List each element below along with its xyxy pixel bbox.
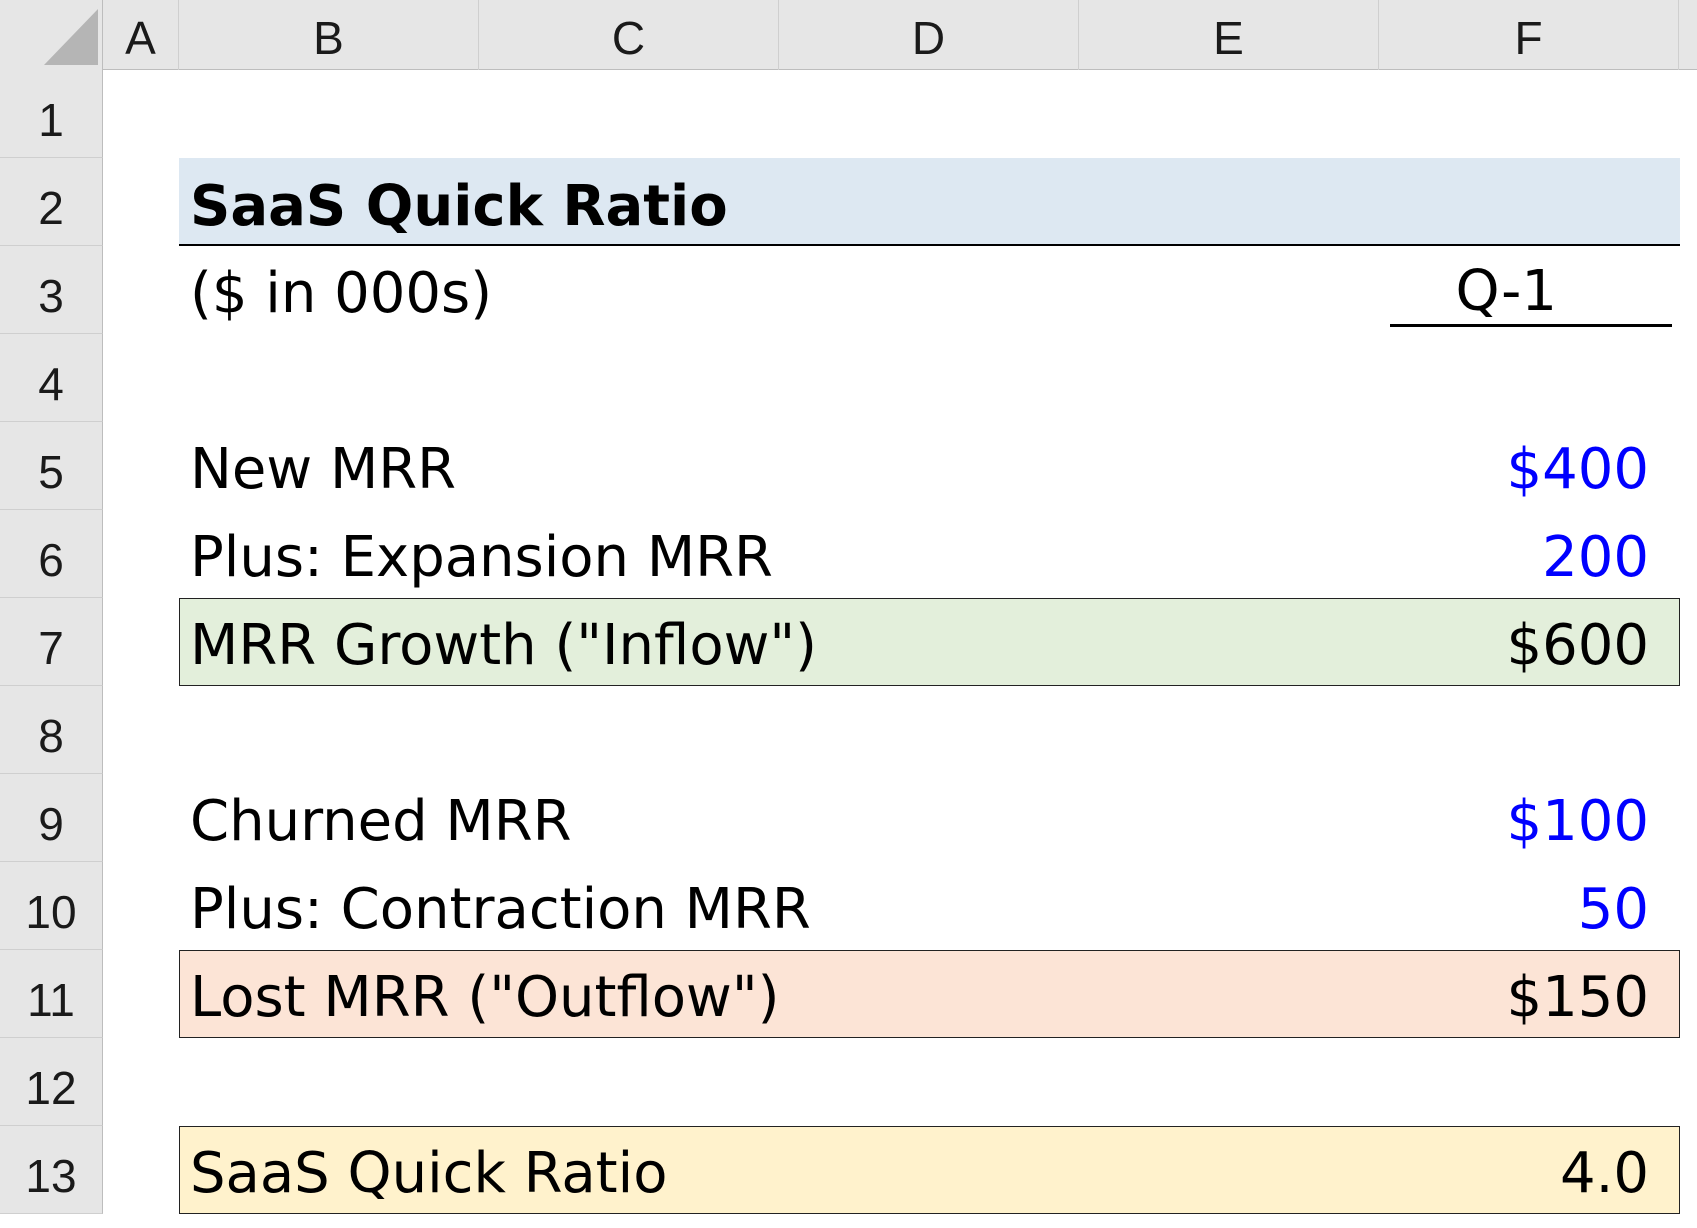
mrr-growth-value[interactable]: $600 [1506,618,1649,674]
row-header-1[interactable]: 1 [0,70,103,158]
row-header-12[interactable]: 12 [0,1038,103,1126]
row-header-13[interactable]: 13 [0,1126,103,1214]
row-header-2[interactable]: 2 [0,158,103,246]
select-all-triangle-icon [44,9,98,65]
column-header-e[interactable]: E [1079,0,1379,70]
column-header-row: A B C D E F [0,0,1697,70]
churned-mrr-value[interactable]: $100 [1506,794,1649,850]
row-header-4[interactable]: 4 [0,334,103,422]
row-header-11[interactable]: 11 [0,950,103,1038]
row-header-10[interactable]: 10 [0,862,103,950]
period-header[interactable]: Q-1 [1456,264,1557,320]
quick-ratio-label[interactable]: SaaS Quick Ratio [190,1146,667,1202]
new-mrr-value[interactable]: $400 [1506,442,1649,498]
row-header-6[interactable]: 6 [0,510,103,598]
row-header-7[interactable]: 7 [0,598,103,686]
expansion-mrr-label[interactable]: Plus: Expansion MRR [190,530,773,586]
select-all-corner[interactable] [0,0,103,70]
row-header-8[interactable]: 8 [0,686,103,774]
column-header-b[interactable]: B [179,0,479,70]
period-underline [1390,324,1672,327]
contraction-mrr-value[interactable]: 50 [1578,882,1649,938]
column-header-c[interactable]: C [479,0,779,70]
column-header-d[interactable]: D [779,0,1079,70]
mrr-growth-label[interactable]: MRR Growth ("Inflow") [190,618,817,674]
row-header-3[interactable]: 3 [0,246,103,334]
expansion-mrr-value[interactable]: 200 [1542,530,1649,586]
column-header-a[interactable]: A [103,0,179,70]
row-header-5[interactable]: 5 [0,422,103,510]
column-header-f[interactable]: F [1379,0,1679,70]
churned-mrr-label[interactable]: Churned MRR [190,794,572,850]
new-mrr-label[interactable]: New MRR [190,442,456,498]
lost-mrr-label[interactable]: Lost MRR ("Outflow") [190,970,779,1026]
contraction-mrr-label[interactable]: Plus: Contraction MRR [190,882,811,938]
model-title[interactable]: SaaS Quick Ratio [190,179,728,235]
lost-mrr-value[interactable]: $150 [1506,970,1649,1026]
quick-ratio-value[interactable]: 4.0 [1560,1146,1649,1202]
units-label[interactable]: ($ in 000s) [190,266,492,322]
row-header-9[interactable]: 9 [0,774,103,862]
spreadsheet: A B C D E F 1 2 3 4 5 6 7 8 9 10 11 12 1… [0,0,1697,1228]
